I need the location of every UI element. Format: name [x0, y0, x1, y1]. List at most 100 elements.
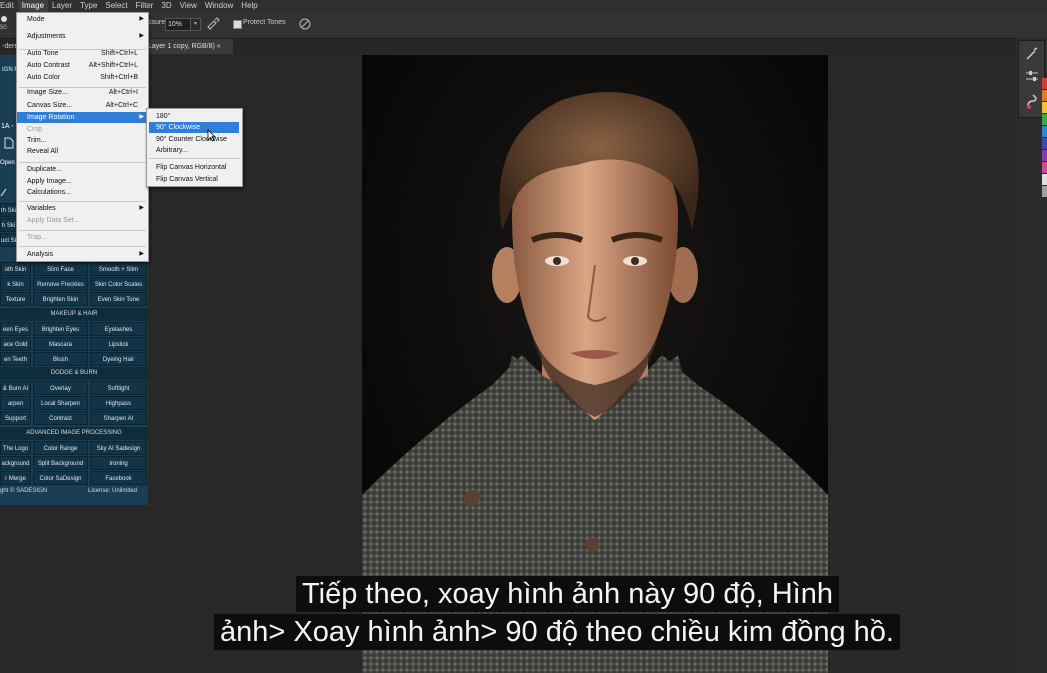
pressure-size-icon[interactable] — [298, 17, 312, 31]
plugin-button-highpass[interactable]: Highpass — [90, 396, 147, 410]
menu-edit[interactable]: Edit — [0, 0, 18, 12]
color-swatch[interactable] — [1042, 162, 1047, 173]
clone-source-icon[interactable] — [1025, 93, 1039, 109]
document-tab-active[interactable]: Layer 1 copy, RGB/8) « — [145, 39, 233, 54]
protect-tones-checkbox[interactable] — [233, 20, 242, 29]
plugin-button-color-range[interactable]: Color Range — [33, 441, 88, 455]
menu-filter[interactable]: Filter — [132, 0, 158, 12]
document-icon[interactable] — [4, 137, 14, 149]
plugin-button-local-sharpen[interactable]: Local Sharpen — [33, 396, 88, 410]
color-swatch[interactable] — [1042, 150, 1047, 161]
plugin-button-sharpen-ai[interactable]: Sharpen AI — [90, 411, 147, 425]
plugin-button-smooth-slim[interactable]: Smooth + Slim — [90, 262, 147, 276]
chevron-right-icon: ▶ — [139, 251, 144, 257]
plugin-button-skin-color-scales[interactable]: Skin Color Scales — [90, 277, 147, 291]
flow-input[interactable]: 10% — [165, 18, 191, 31]
image-menu-item-apply-image[interactable]: Apply Image... — [17, 176, 148, 187]
plugin-button-brighten-eyes[interactable]: Brighten Eyes — [33, 322, 88, 336]
plugin-button-eyelashes[interactable]: Eyelashes — [90, 322, 147, 336]
menu-window[interactable]: Window — [201, 0, 237, 12]
image-menu-item-image-size[interactable]: Image Size... Alt+Ctrl+I — [17, 87, 148, 98]
image-menu-item-auto-color[interactable]: Auto Color Shift+Ctrl+B — [17, 72, 148, 83]
chevron-down-icon[interactable]: ▾ — [190, 18, 201, 31]
open-button[interactable]: Open — [0, 160, 15, 166]
plugin-button-en-teeth[interactable]: en Teeth — [0, 352, 31, 366]
plugin-button-support[interactable]: Support — [0, 411, 31, 425]
image-menu-item-reveal-all[interactable]: Reveal All — [17, 146, 148, 157]
document-tab-bar: -derr Layer 1 copy, RGB/8) « — [0, 39, 1047, 54]
menu-layer[interactable]: Layer — [48, 0, 76, 12]
color-swatch[interactable] — [1042, 90, 1047, 101]
plugin-button-oth-skin[interactable]: oth Skin — [0, 262, 31, 276]
image-menu-item-adjustments[interactable]: Adjustments ▶ — [17, 31, 148, 42]
plugin-button-mascara[interactable]: Mascara — [33, 337, 88, 351]
subtitle-line-2: ảnh> Xoay hình ảnh> 90 độ theo chiều kim… — [214, 614, 900, 650]
plugin-button-texture[interactable]: Texture — [0, 292, 31, 306]
document-tab-partial[interactable]: -derr — [0, 39, 17, 54]
plugin-button-ace-gold[interactable]: ace Gold — [0, 337, 31, 351]
adjustments-sliders-icon[interactable] — [1025, 69, 1039, 83]
plugin-button-slim-face[interactable]: Slim Face — [33, 262, 88, 276]
pencil-icon[interactable] — [0, 187, 8, 197]
plugin-button[interactable]: th Ski — [0, 203, 17, 217]
plugin-button-contrast[interactable]: Contrast — [33, 411, 88, 425]
image-menu-item-variables[interactable]: Variables ▶ — [17, 203, 148, 214]
image-menu-item-image-rotation[interactable]: Image Rotation ▶ — [17, 112, 148, 123]
color-swatch[interactable] — [1042, 78, 1047, 89]
plugin-button-the-logo[interactable]: The Logo — [0, 441, 31, 455]
rotation-item-arbitrary[interactable]: Arbitrary... — [147, 145, 242, 156]
plugin-section-header: DODGE & BURN — [0, 367, 148, 380]
image-menu-item-auto-tone[interactable]: Auto Tone Shift+Ctrl+L — [17, 48, 148, 59]
plugin-button-softlight[interactable]: Softlight — [90, 381, 147, 395]
rotation-item-90-counter-clockwise[interactable]: 90° Counter Clockwise — [147, 134, 242, 145]
image-menu-item-analysis[interactable]: Analysis ▶ — [17, 249, 148, 260]
image-menu-item-calculations[interactable]: Calculations... — [17, 187, 148, 198]
plugin-button-arpen[interactable]: arpen — [0, 396, 31, 410]
plugin-button-overlay[interactable]: Overlay — [33, 381, 88, 395]
plugin-button-color-sadesign[interactable]: Color SaDesign — [33, 471, 88, 485]
plugin-button-facebook[interactable]: Facebook — [90, 471, 147, 485]
plugin-button-k-skin[interactable]: k Skin — [0, 277, 31, 291]
plugin-button-blush[interactable]: Blush — [33, 352, 88, 366]
color-swatch[interactable] — [1042, 102, 1047, 113]
color-swatch[interactable] — [1042, 174, 1047, 185]
rotation-item-180[interactable]: 180° — [147, 111, 242, 122]
menu-select[interactable]: Select — [101, 0, 131, 12]
plugin-button-burn-ai[interactable]: & Burn AI — [0, 381, 31, 395]
plugin-button-ironing[interactable]: Ironing — [90, 456, 147, 470]
menu-item-label: Reveal All — [27, 148, 59, 155]
menu-type[interactable]: Type — [76, 0, 101, 12]
rotation-item-flip-canvas-vertical[interactable]: Flip Canvas Vertical — [147, 174, 242, 185]
menu-help[interactable]: Help — [237, 0, 261, 12]
brush-preset-picker[interactable]: 50 — [0, 14, 10, 36]
plugin-button-dyeing-hair[interactable]: Dyeing Hair — [90, 352, 147, 366]
plugin-button-split-background[interactable]: Split Background — [33, 456, 88, 470]
plugin-button-sky-ai-sadesign[interactable]: Sky AI Sadesign — [90, 441, 147, 455]
plugin-button-remove-freckles[interactable]: Remove Freckles — [33, 277, 88, 291]
airbrush-icon[interactable] — [206, 17, 220, 31]
plugin-button[interactable]: h Ski — [0, 218, 17, 232]
plugin-button-een-eyes[interactable]: een Eyes — [0, 322, 31, 336]
color-swatch[interactable] — [1042, 138, 1047, 149]
color-swatch[interactable] — [1042, 114, 1047, 125]
image-menu-item-mode[interactable]: Mode ▶ — [17, 14, 148, 25]
plugin-button-even-skin-tone[interactable]: Even Skin Tone — [90, 292, 147, 306]
menu-view[interactable]: View — [176, 0, 201, 12]
brush-settings-icon[interactable] — [1025, 47, 1039, 61]
menu-3d[interactable]: 3D — [157, 0, 175, 12]
color-swatch[interactable] — [1042, 126, 1047, 137]
menu-image[interactable]: Image — [17, 0, 49, 12]
image-menu-item-duplicate[interactable]: Duplicate... — [17, 164, 148, 175]
plugin-button-lipstick[interactable]: Lipstick — [90, 337, 147, 351]
image-menu-item-trim[interactable]: Trim... — [17, 135, 148, 146]
menu-item-label: Calculations... — [27, 189, 71, 196]
plugin-button[interactable]: uct Sk — [0, 233, 17, 247]
rotation-item-flip-canvas-horizontal[interactable]: Flip Canvas Horizontal — [147, 162, 242, 173]
color-swatch[interactable] — [1042, 186, 1047, 197]
image-menu-item-auto-contrast[interactable]: Auto Contrast Alt+Shift+Ctrl+L — [17, 60, 148, 71]
plugin-button-ackground[interactable]: ackground — [0, 456, 31, 470]
plugin-button-brighten-skin[interactable]: Brighten Skin — [33, 292, 88, 306]
image-menu-item-canvas-size[interactable]: Canvas Size... Alt+Ctrl+C — [17, 100, 148, 111]
rotation-item-90-clockwise[interactable]: 90° Clockwise — [149, 122, 239, 133]
plugin-button-r-merge[interactable]: r Merge — [0, 471, 31, 485]
